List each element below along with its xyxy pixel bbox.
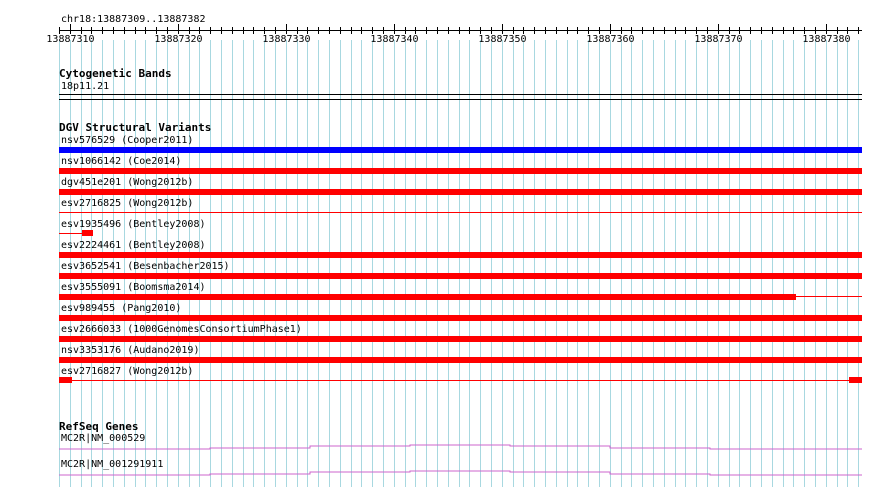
ruler-tick-label: 13887320 [154, 34, 203, 45]
sv-bar[interactable] [59, 168, 862, 174]
gene-model-1 [59, 444, 862, 450]
gene-model-2 [59, 470, 862, 476]
sv-line[interactable] [72, 380, 849, 381]
gene-models[interactable] [0, 440, 890, 480]
sv-bar[interactable] [59, 315, 862, 321]
sv-label[interactable]: esv2224461 (Bentley2008) [61, 240, 206, 252]
sv-label[interactable]: nsv576529 (Cooper2011) [61, 135, 193, 147]
sv-bar[interactable] [59, 189, 862, 195]
sv-label[interactable]: esv2716825 (Wong2012b) [61, 198, 193, 210]
sv-label[interactable]: dgv451e201 (Wong2012b) [61, 177, 193, 189]
sv-bar[interactable] [59, 252, 862, 258]
ruler-axis [59, 24, 862, 34]
sv-bar[interactable] [82, 230, 93, 236]
cytoband-bar-top [59, 94, 862, 95]
sv-bar[interactable] [59, 336, 862, 342]
sv-bar[interactable] [59, 377, 72, 383]
sv-label[interactable]: esv989455 (Pang2010) [61, 303, 181, 315]
ruler-tick-label: 13887310 [46, 34, 95, 45]
ruler-tick-label: 13887360 [586, 34, 635, 45]
sv-label[interactable]: esv2666033 (1000GenomesConsortiumPhase1) [61, 324, 302, 336]
track-title-cytoband: Cytogenetic Bands [59, 67, 172, 80]
sv-bar[interactable] [59, 357, 862, 363]
sv-bar-gain[interactable] [59, 147, 862, 153]
ruler-tick-label: 13887330 [262, 34, 311, 45]
sv-line[interactable] [59, 233, 83, 234]
sv-label[interactable]: nsv3353176 (Audano2019) [61, 345, 199, 357]
sv-bar[interactable] [59, 294, 796, 300]
ruler-tick-label: 13887370 [694, 34, 743, 45]
track-title-refseq: RefSeq Genes [59, 420, 139, 433]
track-title-dgv: DGV Structural Variants [59, 121, 212, 134]
sv-bar[interactable] [849, 377, 862, 383]
sv-line[interactable] [59, 212, 862, 213]
sv-bar[interactable] [59, 273, 862, 279]
ruler-tick-label: 13887380 [802, 34, 851, 45]
ruler-tick-label: 13887340 [370, 34, 419, 45]
cytoband-bar-bottom [59, 99, 862, 100]
sv-label[interactable]: esv3555091 (Boomsma2014) [61, 282, 206, 294]
cytoband-label: 18p11.21 [61, 81, 110, 92]
sv-line[interactable] [796, 296, 862, 297]
sv-label[interactable]: esv2716827 (Wong2012b) [61, 366, 193, 378]
ruler-tick-label: 13887350 [478, 34, 527, 45]
sv-label[interactable]: nsv1066142 (Coe2014) [61, 156, 181, 168]
sv-label[interactable]: esv3652541 (Besenbacher2015) [61, 261, 230, 273]
